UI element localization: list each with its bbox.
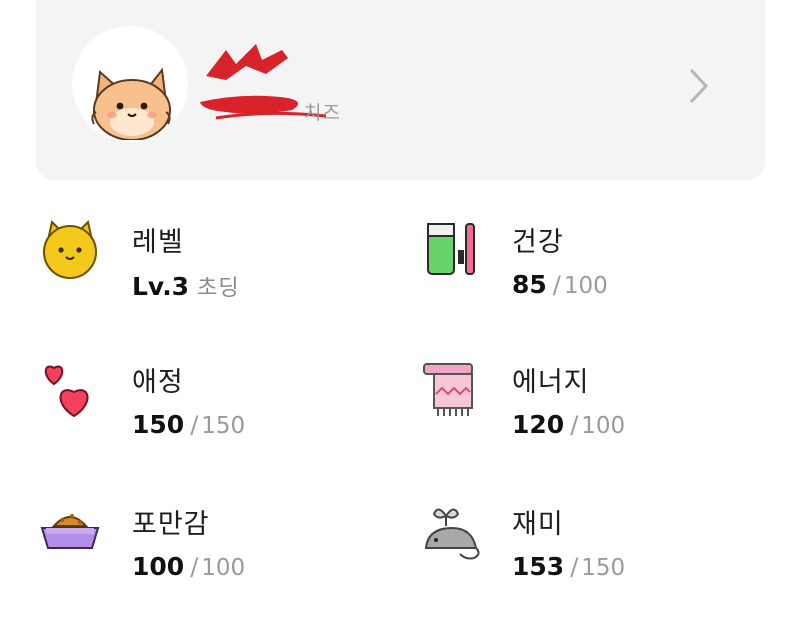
level-number: Lv.3 <box>132 272 190 301</box>
yellow-cat-icon <box>43 220 97 279</box>
health-current: 85 <box>512 270 547 299</box>
avatar <box>72 26 188 142</box>
profile-subtitle: 치즈 <box>304 102 341 124</box>
fullness-value: 100/100 <box>132 552 245 581</box>
fun-current: 153 <box>512 552 565 581</box>
fullness-label: 포만감 <box>132 509 210 540</box>
stat-health: 건강 85/100 <box>420 220 720 310</box>
towel-icon <box>423 363 473 416</box>
fun-label: 재미 <box>512 509 564 540</box>
cat-avatar-icon <box>91 67 171 140</box>
level-name: 초딩 <box>197 276 240 301</box>
energy-label: 에너지 <box>512 367 590 398</box>
energy-value: 120/100 <box>512 410 625 439</box>
affection-value: 150/150 <box>132 410 245 439</box>
fun-slash: / <box>570 553 579 581</box>
fullness-max: 100 <box>201 555 246 581</box>
stat-affection: 애정 150/150 <box>40 360 340 450</box>
hearts-icon <box>44 365 89 418</box>
fullness-slash: / <box>190 553 199 581</box>
health-label: 건강 <box>512 227 564 258</box>
affection-label: 애정 <box>132 367 184 398</box>
energy-max: 100 <box>581 413 626 439</box>
affection-slash: / <box>190 411 199 439</box>
level-label: 레벨 <box>132 227 184 258</box>
stat-fun: 재미 153/150 <box>420 502 720 592</box>
stat-fullness: 포만감 100/100 <box>40 502 340 592</box>
mouse-toy-icon <box>424 508 480 560</box>
energy-current: 120 <box>512 410 565 439</box>
fun-value: 153/150 <box>512 552 625 581</box>
affection-max: 150 <box>201 413 246 439</box>
stat-level: 레벨 Lv.3 초딩 <box>40 220 340 310</box>
chevron-right-icon[interactable] <box>688 68 710 104</box>
health-value: 85/100 <box>512 270 608 299</box>
health-slash: / <box>552 271 561 299</box>
level-value: Lv.3 초딩 <box>132 270 240 302</box>
fullness-current: 100 <box>132 552 185 581</box>
fun-max: 150 <box>581 555 626 581</box>
health-max: 100 <box>563 273 608 299</box>
energy-slash: / <box>570 411 579 439</box>
food-bowl-icon <box>40 514 100 549</box>
affection-current: 150 <box>132 410 185 439</box>
toothpaste-icon <box>427 223 475 275</box>
profile-card[interactable]: 치즈 <box>36 0 765 180</box>
stat-energy: 에너지 120/100 <box>420 360 720 450</box>
